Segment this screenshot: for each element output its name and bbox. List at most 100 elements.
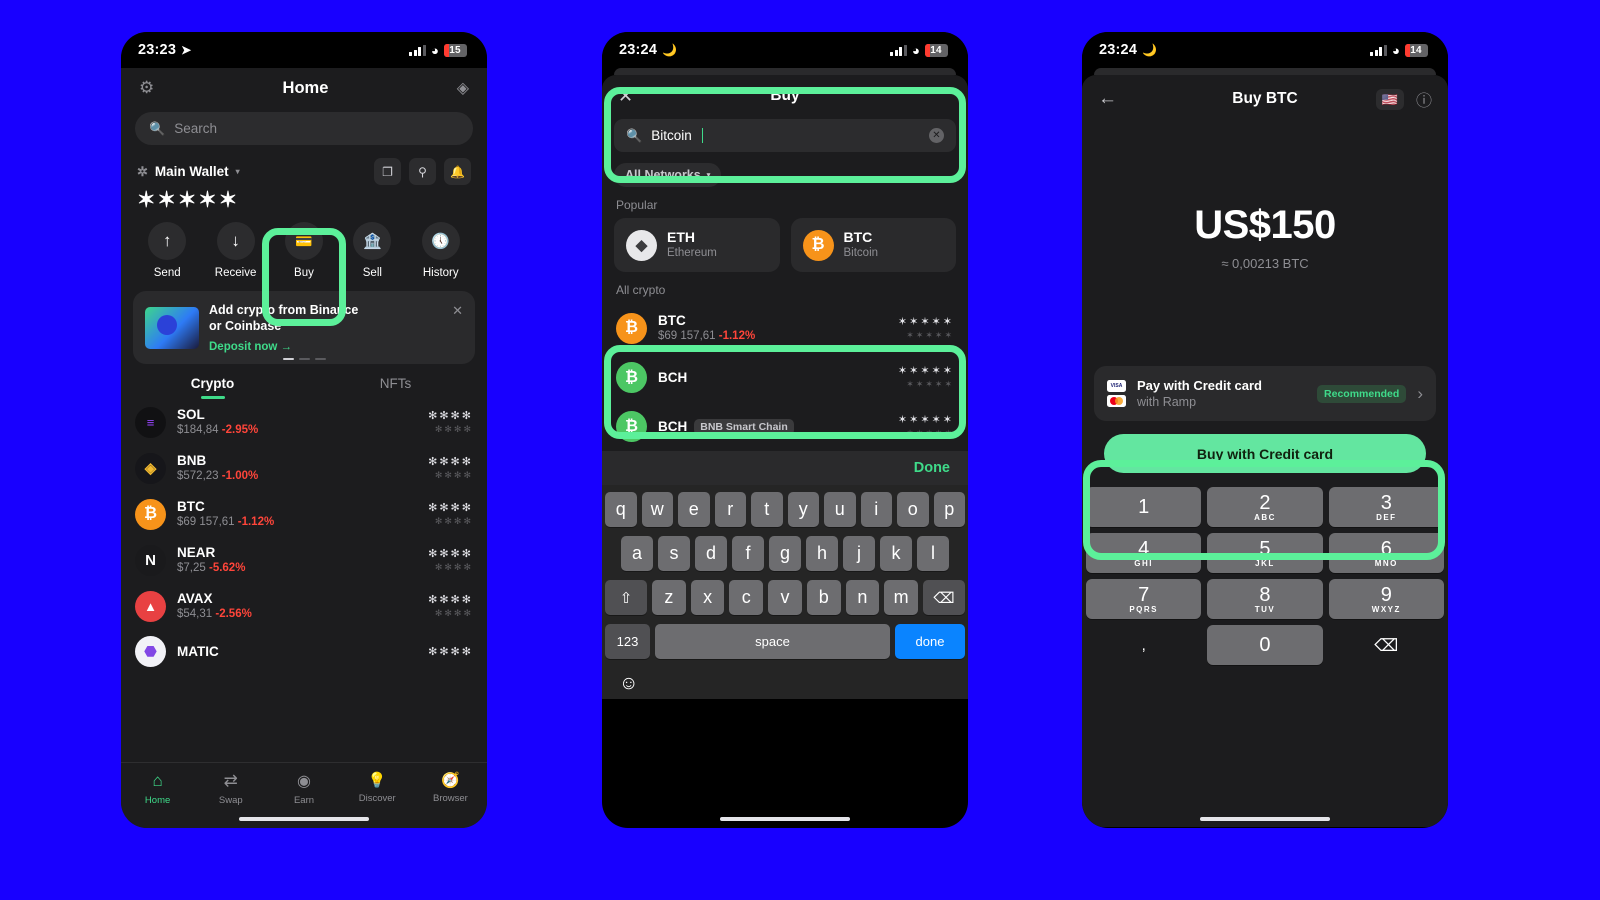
key-k[interactable]: k	[880, 536, 912, 571]
tab-crypto[interactable]: Crypto	[121, 376, 304, 399]
buy-with-credit-card-button[interactable]: Buy with Credit card	[1104, 434, 1426, 473]
key-c[interactable]: c	[729, 580, 764, 615]
key-m[interactable]: m	[884, 580, 919, 615]
coin-logo-avax: ▲	[135, 590, 166, 622]
deposit-now-link[interactable]: Deposit now →	[209, 341, 463, 353]
keypad-key-0[interactable]: 0	[1207, 625, 1323, 665]
key-d[interactable]: d	[695, 536, 727, 571]
keyboard-done-key[interactable]: done	[895, 624, 965, 659]
key-f[interactable]: f	[732, 536, 764, 571]
close-icon[interactable]: ✕	[452, 303, 463, 319]
key-h[interactable]: h	[806, 536, 838, 571]
tab-earn[interactable]: ◉ Earn	[267, 771, 340, 806]
key-b[interactable]: b	[806, 580, 841, 615]
scan-coins-icon[interactable]: ◈	[457, 78, 469, 98]
list-item[interactable]: ₿ BTC $69 157,61 -1.12% ✶✶✶✶✶ ✶✶✶✶✶	[602, 303, 968, 353]
keypad-key-7[interactable]: 7 PQRS	[1086, 579, 1202, 619]
keypad-key-1[interactable]: 1	[1086, 487, 1202, 527]
carousel-dots	[133, 357, 475, 360]
action-sell[interactable]: 🏦 Sell	[343, 222, 401, 279]
info-icon[interactable]: ⓘ	[1416, 87, 1432, 111]
tab-nfts[interactable]: NFTs	[304, 376, 487, 399]
list-item[interactable]: ₿ BCH ✶✶✶✶✶ ✶✶✶✶✶	[602, 353, 968, 402]
keypad-key-4[interactable]: 4 GHI	[1086, 533, 1202, 573]
action-receive[interactable]: ↓ Receive	[207, 222, 265, 279]
key-x[interactable]: x	[690, 580, 725, 615]
gear-icon[interactable]: ⚙	[139, 78, 154, 98]
keypad-key-9[interactable]: 9 WXYZ	[1328, 579, 1444, 619]
tab-browser[interactable]: 🧭 Browser	[414, 771, 487, 804]
tab-swap[interactable]: ⇄ Swap	[194, 771, 267, 806]
copy-icon[interactable]: ❐	[374, 158, 401, 185]
key-u[interactable]: u	[824, 492, 856, 527]
key-l[interactable]: l	[917, 536, 949, 571]
popular-card-btc[interactable]: ₿ BTC Bitcoin	[790, 218, 956, 272]
emoji-key-icon[interactable]: ☺	[605, 668, 965, 695]
list-item[interactable]: ₿ BTC $69 157,61 -1.12% ✻✻✻✻ ✻✻✻✻	[135, 491, 473, 537]
key-n[interactable]: n	[845, 580, 880, 615]
numeric-key[interactable]: 123	[605, 624, 650, 659]
payment-method-row[interactable]: VISA Pay with Credit card with Ramp Reco…	[1094, 366, 1436, 421]
key-y[interactable]: y	[787, 492, 819, 527]
search-input[interactable]: 🔍 Search	[135, 112, 473, 145]
key-v[interactable]: v	[768, 580, 802, 615]
currency-flag-icon[interactable]: 🇺🇸	[1375, 88, 1404, 110]
search-placeholder: Search	[174, 121, 217, 136]
popular-card-eth[interactable]: ◆ ETH Ethereum	[614, 218, 780, 272]
key-g[interactable]: g	[769, 536, 801, 571]
key-p[interactable]: p	[933, 492, 965, 527]
keypad-key-comma[interactable]: ,	[1086, 625, 1201, 665]
keypad-digit: 3	[1380, 491, 1392, 514]
keypad-key-3[interactable]: 3 DEF	[1328, 487, 1444, 527]
backspace-key-icon[interactable]: ⌫	[1329, 625, 1444, 665]
list-item[interactable]: ≡ SOL $184,84 -2.95% ✻✻✻✻ ✻✻✻✻	[135, 399, 473, 445]
list-item[interactable]: ◈ BNB $572,23 -1.00% ✻✻✻✻ ✻✻✻✻	[135, 445, 473, 491]
key-q[interactable]: q	[605, 492, 637, 527]
space-key[interactable]: space	[655, 624, 890, 659]
list-item[interactable]: ₿ BCH BNB Smart Chain ✶✶✶✶✶ ✶✶✶✶✶	[602, 402, 968, 451]
amount-value[interactable]: US$150	[1082, 203, 1448, 248]
promo-banner[interactable]: Add crypto from Binance or Coinbase Depo…	[133, 291, 475, 364]
tab-discover[interactable]: 💡 Discover	[341, 771, 414, 804]
chevron-right-icon: ›	[1417, 383, 1423, 403]
close-icon[interactable]: ✕	[618, 87, 633, 105]
key-z[interactable]: z	[651, 580, 686, 615]
shift-key-icon[interactable]: ⇧	[604, 580, 647, 615]
network-filter-chip[interactable]: All Networks ▾	[614, 163, 722, 187]
action-history[interactable]: 🕔 History	[412, 222, 470, 279]
back-arrow-icon[interactable]: ←	[1098, 88, 1117, 110]
key-o[interactable]: o	[897, 492, 929, 527]
key-s[interactable]: s	[658, 536, 690, 571]
key-w[interactable]: w	[641, 492, 673, 527]
action-send[interactable]: ↑ Send	[138, 222, 196, 279]
key-i[interactable]: i	[860, 492, 892, 527]
coin-logo-eth: ◆	[626, 229, 657, 261]
list-item[interactable]: ▲ AVAX $54,31 -2.56% ✻✻✻✻ ✻✻✻✻	[135, 583, 473, 629]
key-t[interactable]: t	[751, 492, 783, 527]
home-indicator	[239, 817, 369, 821]
key-r[interactable]: r	[714, 492, 746, 527]
keypad-digit: 9	[1380, 583, 1392, 606]
promo-illustration	[145, 306, 199, 349]
keypad-key-5[interactable]: 5 JKL	[1207, 533, 1323, 573]
keypad-letters: WXYZ	[1371, 604, 1401, 614]
keypad-key-2[interactable]: 2 ABC	[1207, 487, 1323, 527]
keypad-key-8[interactable]: 8 TUV	[1207, 579, 1323, 619]
key-e[interactable]: e	[678, 492, 710, 527]
done-button[interactable]: Done	[914, 460, 950, 476]
buy-btc-sheet: ← Buy BTC 🇺🇸 ⓘ US$150 ≈ 0,00213 BTC VISA…	[1082, 75, 1448, 827]
wallet-selector[interactable]: ✲ Main Wallet ▾	[137, 164, 240, 180]
search-input[interactable]: 🔍 Bitcoin ✕	[614, 119, 956, 152]
bell-icon[interactable]: 🔔	[444, 158, 471, 185]
action-buy[interactable]: 💳 Buy	[275, 222, 333, 279]
list-item[interactable]: ⬣ MATIC ✻✻✻✻	[135, 629, 473, 674]
key-j[interactable]: j	[843, 536, 875, 571]
keypad-key-6[interactable]: 6 MNO	[1328, 533, 1444, 573]
list-item[interactable]: N NEAR $7,25 -5.62% ✻✻✻✻ ✻✻✻✻	[135, 537, 473, 583]
clear-icon[interactable]: ✕	[929, 128, 944, 143]
qr-scan-icon[interactable]: ⚲	[409, 158, 436, 185]
coin-symbol: BTC	[843, 229, 873, 245]
backspace-key-icon[interactable]: ⌫	[923, 580, 966, 615]
key-a[interactable]: a	[621, 536, 653, 571]
tab-home[interactable]: ⌂ Home	[121, 771, 194, 806]
